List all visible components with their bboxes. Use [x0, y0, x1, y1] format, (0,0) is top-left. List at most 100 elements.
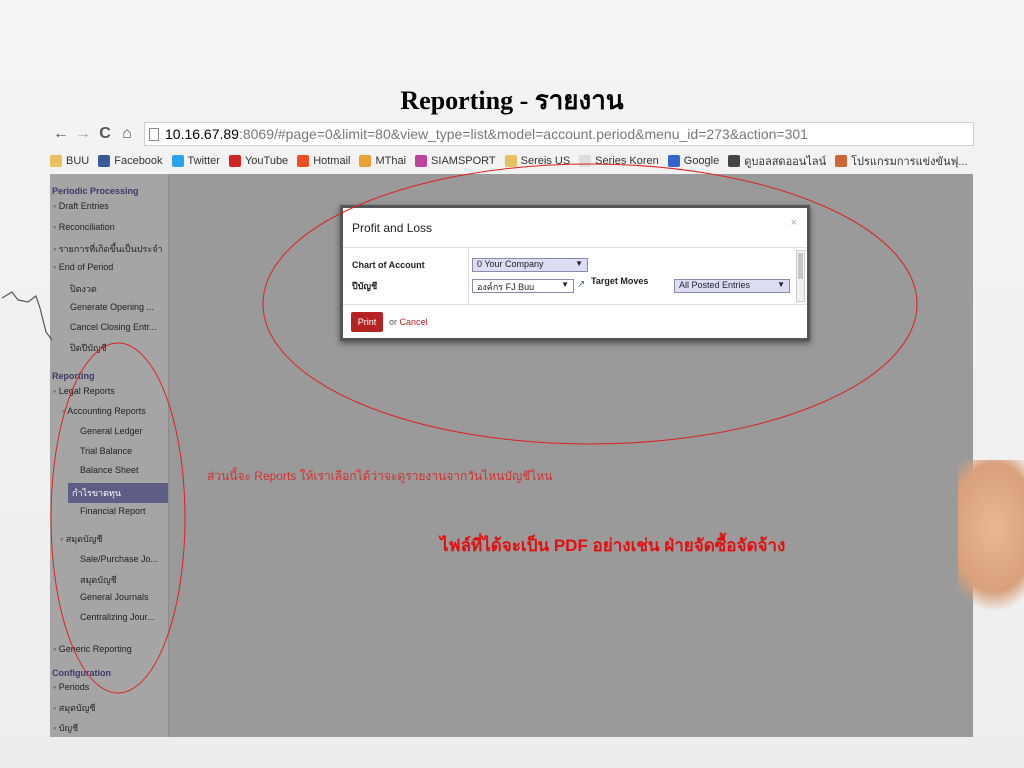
- bookmark-icon: [415, 155, 428, 167]
- sidebar-item-balance-sheet[interactable]: Balance Sheet: [80, 465, 139, 475]
- hand-photo: [958, 460, 1024, 610]
- sidebar-item-journals-sub[interactable]: สมุดบัญชี: [80, 573, 117, 587]
- annotation-report-selection: ส่วนนี้จะ Reports ให้เราเลือกได้ว่าจะดูร…: [207, 469, 553, 483]
- bookmark-item[interactable]: Google: [667, 155, 719, 167]
- bookmark-item[interactable]: Hotmail: [297, 155, 350, 167]
- bookmark-label: MThai: [375, 155, 407, 167]
- home-icon[interactable]: ⌂: [116, 125, 138, 143]
- bullet-icon: ◦: [53, 723, 57, 733]
- divider: [468, 248, 469, 304]
- target-moves-value: All Posted Entries: [679, 280, 751, 290]
- divider: [343, 304, 807, 305]
- sidebar-item-close-fiscal[interactable]: ปิดปีบัญชี: [70, 341, 107, 355]
- dialog-title: Profit and Loss: [352, 221, 433, 235]
- sidebar-item-journals[interactable]: ◦ สมุดบัญชี: [60, 532, 102, 546]
- bookmark-label: SIAMSPORT: [431, 155, 496, 167]
- bookmark-label: Series Koren: [595, 155, 659, 167]
- bookmark-label: Twitter: [187, 155, 220, 167]
- bookmark-icon: [359, 155, 372, 167]
- dialog-scrollbar[interactable]: [796, 250, 805, 302]
- sidebar-item-draft-entries[interactable]: ◦ Draft Entries: [53, 201, 109, 211]
- sidebar-item-cancel-closing[interactable]: Cancel Closing Entr...: [70, 322, 157, 332]
- bullet-icon: ◦: [53, 703, 57, 713]
- slide-title: Reporting - รายงาน: [400, 86, 624, 115]
- bookmark-item[interactable]: BUU: [50, 155, 89, 167]
- chart-of-account-value: 0 Your Company: [477, 259, 544, 269]
- bookmark-icon: [171, 155, 184, 167]
- sidebar-item-legal-reports[interactable]: ◦ Legal Reports: [53, 386, 115, 396]
- forward-arrow-icon[interactable]: →: [72, 125, 94, 143]
- sidebar-item-generate-opening[interactable]: Generate Opening ...: [70, 302, 154, 312]
- sidebar-item-generic-reporting[interactable]: ◦ Generic Reporting: [53, 644, 132, 654]
- bullet-icon: ◦: [53, 222, 57, 232]
- fiscal-year-select[interactable]: องค์กร FJ Buu ▼: [472, 279, 574, 293]
- close-icon[interactable]: ×: [791, 217, 797, 229]
- back-arrow-icon[interactable]: ←: [50, 125, 72, 143]
- sidebar-item-label: สมุดบัญชี: [65, 534, 103, 544]
- fiscal-year-value: องค์กร FJ Buu: [477, 282, 535, 292]
- bookmark-icon: [835, 155, 848, 167]
- sidebar-item-end-of-period[interactable]: ◦ End of Period: [53, 262, 113, 272]
- sidebar-item-recurring[interactable]: ◦ รายการที่เกิดขึ้นเป็นประจำ: [53, 242, 162, 256]
- bookmark-item[interactable]: Facebook: [98, 155, 163, 167]
- bookmarks-bar: BUU Facebook Twitter YouTube Hotmail MThai SIA…: [50, 149, 974, 173]
- main-content: Profit and Loss × Chart of Account 0 You…: [170, 174, 973, 737]
- sidebar-item-label: Generic Reporting: [58, 644, 132, 654]
- bullet-icon: ◦: [62, 406, 66, 416]
- sidebar-item-reconciliation[interactable]: ◦ Reconciliation: [53, 222, 115, 232]
- url-input[interactable]: 10.16.67.89:8069/#page=0&limit=80&view_t…: [144, 122, 974, 146]
- reload-icon[interactable]: C: [94, 125, 116, 143]
- bookmark-item[interactable]: YouTube: [228, 155, 289, 167]
- bookmark-item[interactable]: Series Koren: [579, 155, 659, 167]
- target-moves-label: Target Moves: [591, 276, 649, 286]
- bullet-icon: ◦: [53, 262, 57, 272]
- chevron-down-icon: ▼: [561, 280, 569, 289]
- scrollbar-thumb[interactable]: [798, 253, 803, 279]
- bookmark-icon: [728, 155, 741, 167]
- sidebar-item-general-ledger[interactable]: General Ledger: [80, 426, 143, 436]
- sidebar-item-general-journals[interactable]: General Journals: [80, 592, 149, 602]
- bookmark-icon: [667, 155, 680, 167]
- bullet-icon: ◦: [53, 682, 57, 692]
- chart-of-account-select[interactable]: 0 Your Company ▼: [472, 258, 588, 272]
- page-icon: [149, 127, 159, 141]
- sidebar-item-accounts[interactable]: ◦ บัญชี: [53, 721, 78, 735]
- url-path: :8069/#page=0&limit=80&view_type=list&mo…: [238, 126, 808, 142]
- cancel-link[interactable]: Cancel: [400, 317, 428, 327]
- print-button[interactable]: Print: [351, 312, 383, 332]
- bookmark-label: Facebook: [114, 155, 163, 167]
- bookmark-icon: [504, 155, 517, 167]
- bookmark-item[interactable]: SIAMSPORT: [415, 155, 496, 167]
- sidebar-section-periodic: Periodic Processing: [52, 186, 139, 196]
- sidebar-item-label: Reconciliation: [58, 222, 115, 232]
- bookmark-label: โปรแกรมการแข่งขันฟุ...: [851, 156, 968, 168]
- sidebar-item-trial-balance[interactable]: Trial Balance: [80, 446, 132, 456]
- bookmark-item[interactable]: MThai: [359, 155, 406, 167]
- bookmark-icon: [98, 155, 111, 167]
- bookmark-label: Sereis US: [520, 155, 571, 167]
- bookmark-item[interactable]: โปรแกรมการแข่งขันฟุ...: [835, 152, 968, 170]
- bookmark-item[interactable]: Twitter: [171, 155, 220, 167]
- chevron-down-icon: ▼: [575, 259, 583, 268]
- sidebar-item-centralizing[interactable]: Centralizing Jour...: [80, 612, 155, 622]
- bullet-icon: ◦: [53, 244, 57, 254]
- sidebar-item-periods[interactable]: ◦ Periods: [53, 682, 89, 692]
- bookmark-label: Hotmail: [313, 155, 351, 167]
- sidebar-item-profit-loss[interactable]: กำไรขาดทุน: [68, 483, 168, 503]
- sidebar-item-close-period[interactable]: ปิดงวด: [70, 282, 97, 296]
- bookmark-item[interactable]: ดูบอลสดออนไลน์: [728, 152, 826, 170]
- sidebar-item-sale-purchase[interactable]: Sale/Purchase Jo...: [80, 554, 158, 564]
- profit-loss-dialog: Profit and Loss × Chart of Account 0 You…: [340, 205, 810, 341]
- bullet-icon: ◦: [53, 201, 57, 211]
- sidebar-item-accounting-reports[interactable]: ◦ Accounting Reports: [62, 406, 146, 416]
- bookmark-item[interactable]: Sereis US: [504, 155, 571, 167]
- sidebar-item-config-journals[interactable]: ◦ สมุดบัญชี: [53, 701, 95, 715]
- sidebar-item-financial-report[interactable]: Financial Report: [80, 506, 146, 516]
- divider: [343, 247, 807, 248]
- bullet-icon: ◦: [53, 644, 57, 654]
- bookmark-label: YouTube: [244, 155, 289, 167]
- sidebar-section-configuration: Configuration: [52, 668, 111, 678]
- external-link-icon[interactable]: ↗: [577, 279, 585, 290]
- sidebar-item-label: Draft Entries: [58, 201, 109, 211]
- target-moves-select[interactable]: All Posted Entries ▼: [674, 279, 790, 293]
